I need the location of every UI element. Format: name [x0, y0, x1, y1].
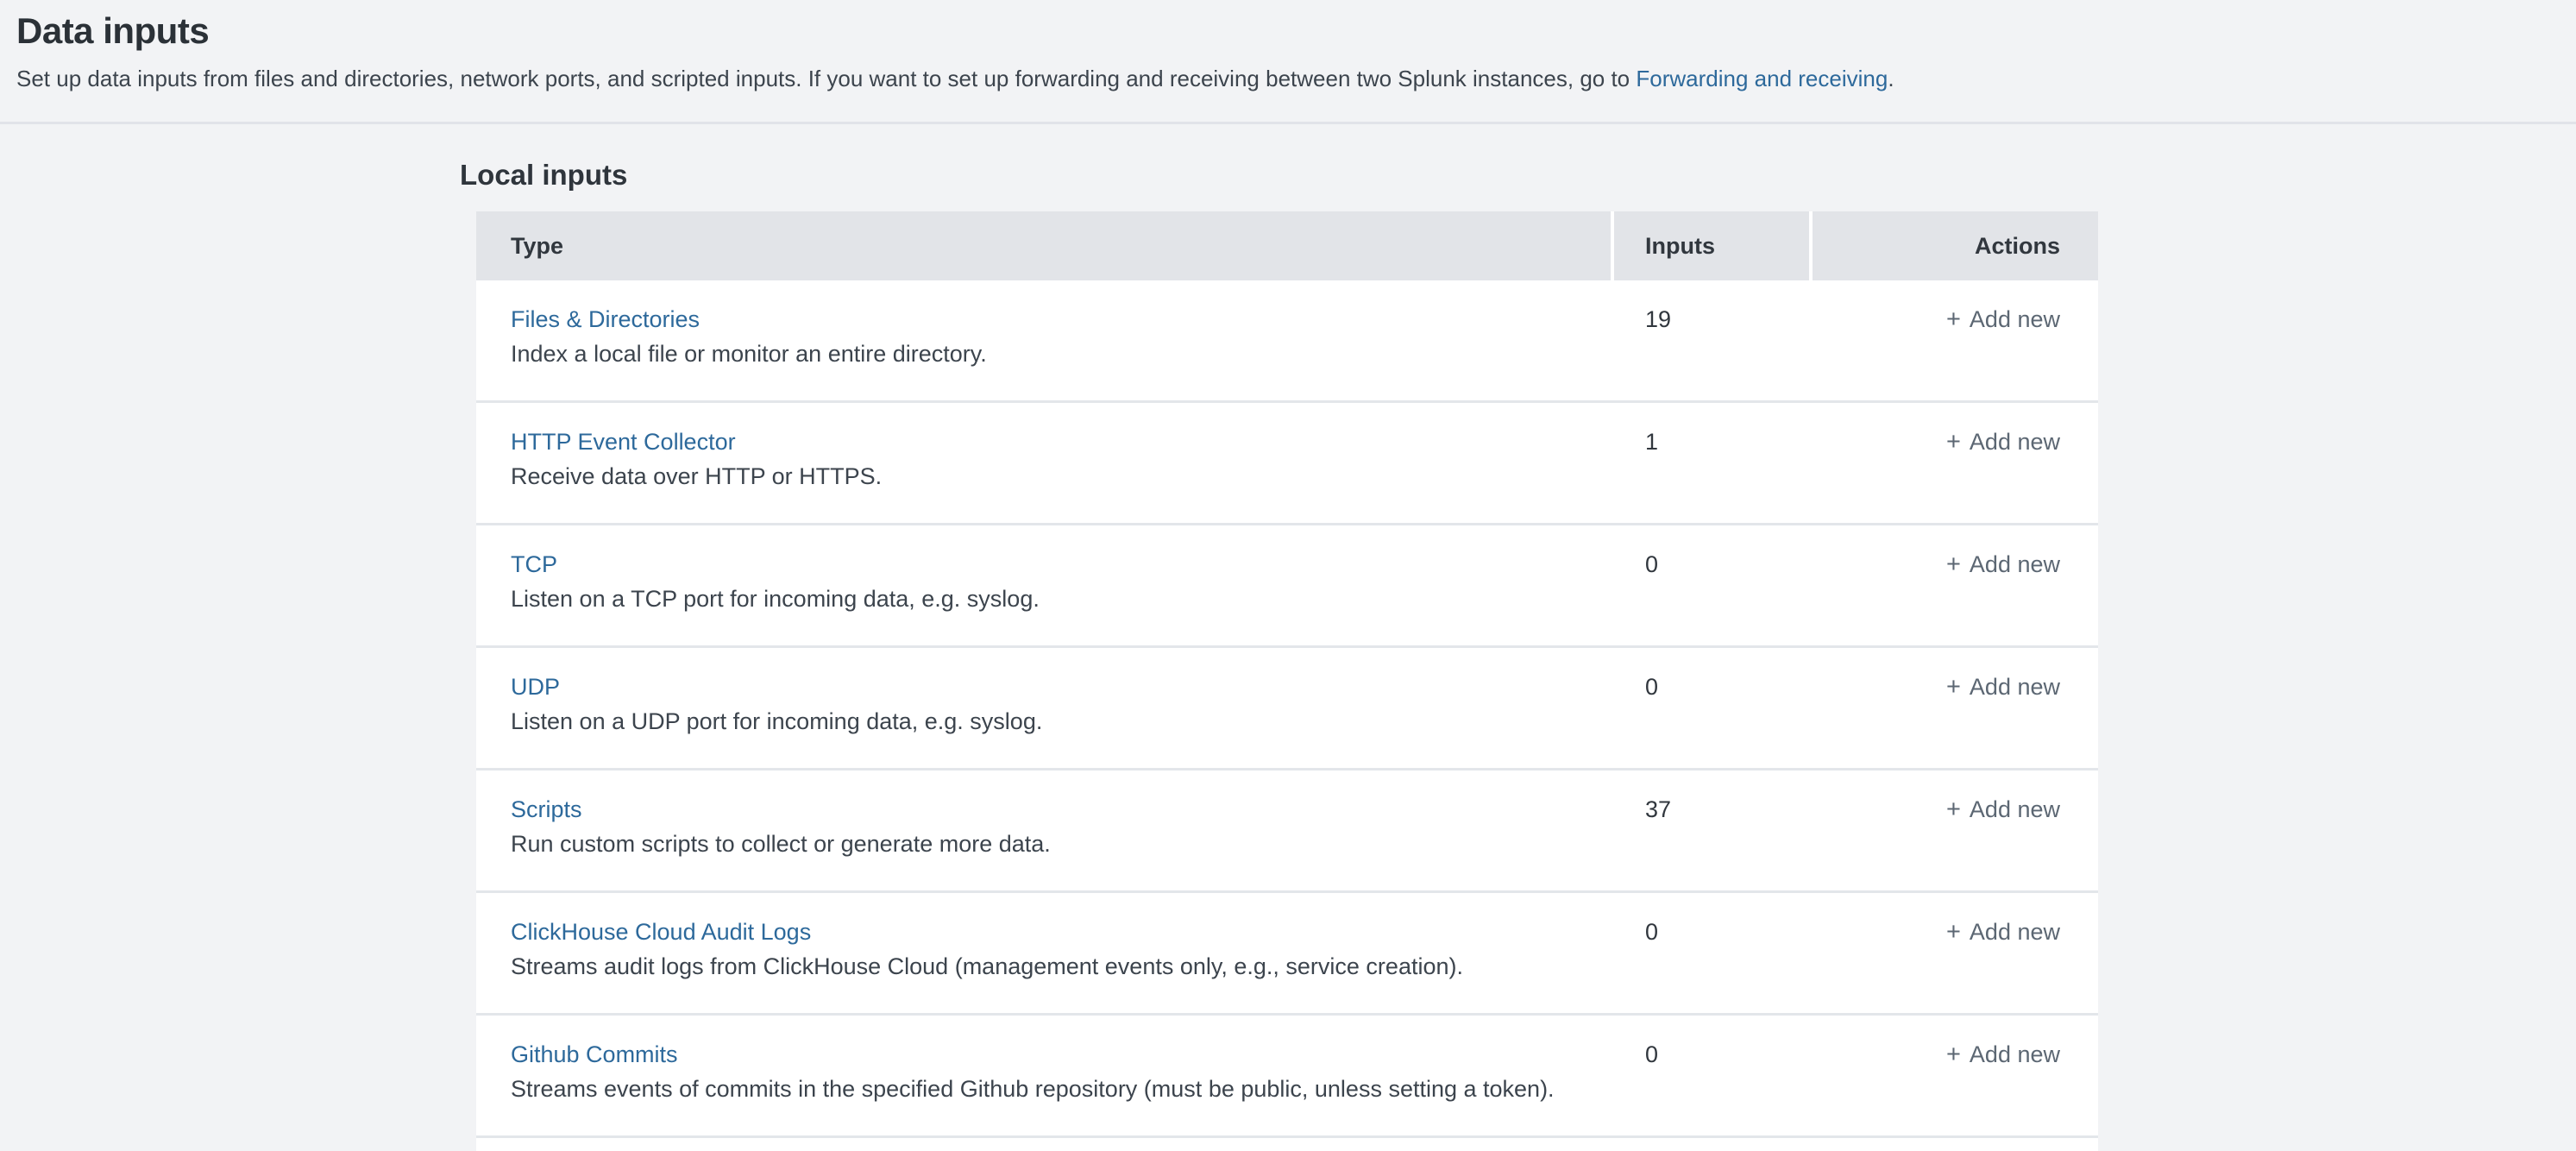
add-new-button[interactable]: +Add new	[1946, 919, 2060, 945]
section-heading-local-inputs: Local inputs	[460, 158, 2576, 192]
add-new-label: Add new	[1970, 551, 2060, 577]
subtitle-text: Set up data inputs from files and direct…	[16, 66, 1636, 91]
add-new-button[interactable]: +Add new	[1946, 674, 2060, 700]
input-type-description: Run custom scripts to collect or generat…	[511, 827, 1614, 862]
input-type-link-github-commits[interactable]: Github Commits	[511, 1037, 678, 1072]
inputs-count: 37	[1614, 792, 1813, 890]
add-new-label: Add new	[1970, 306, 2060, 332]
page-subtitle: Set up data inputs from files and direct…	[16, 64, 2555, 93]
input-type-link-clickhouse-cloud-audit-logs[interactable]: ClickHouse Cloud Audit Logs	[511, 915, 811, 949]
column-header-type: Type	[476, 211, 1614, 280]
add-new-button[interactable]: +Add new	[1946, 551, 2060, 577]
forwarding-and-receiving-link[interactable]: Forwarding and receiving	[1636, 66, 1888, 91]
add-new-button[interactable]: +Add new	[1946, 1041, 2060, 1067]
table-row: HTTP Event Collector Receive data over H…	[476, 403, 2098, 525]
add-new-button[interactable]: +Add new	[1946, 306, 2060, 332]
input-type-description: Streams events of commits in the specifi…	[511, 1072, 1614, 1107]
plus-icon: +	[1946, 792, 1961, 827]
input-type-description: Listen on a TCP port for incoming data, …	[511, 582, 1614, 617]
input-type-link-udp[interactable]: UDP	[511, 670, 560, 704]
column-header-inputs: Inputs	[1614, 211, 1813, 280]
content-area: Local inputs Type Inputs Actions Files &…	[0, 124, 2576, 1151]
input-type-description: Receive data over HTTP or HTTPS.	[511, 459, 1614, 494]
table-row: ClickHouse Cloud Audit Logs Streams audi…	[476, 893, 2098, 1016]
page-header: Data inputs Set up data inputs from file…	[0, 0, 2576, 124]
input-type-link-scripts[interactable]: Scripts	[511, 792, 582, 827]
plus-icon: +	[1946, 915, 1961, 949]
input-type-link-files-directories[interactable]: Files & Directories	[511, 302, 700, 336]
input-type-description: Listen on a UDP port for incoming data, …	[511, 704, 1614, 739]
table-row: TCP Listen on a TCP port for incoming da…	[476, 525, 2098, 648]
subtitle-period: .	[1888, 66, 1894, 91]
add-new-button[interactable]: +Add new	[1946, 429, 2060, 455]
inputs-count: 0	[1614, 670, 1813, 768]
page-title: Data inputs	[16, 9, 2555, 53]
table-row: Github Commits Streams events of commits…	[476, 1016, 2098, 1138]
input-type-description: Index a local file or monitor an entire …	[511, 336, 1614, 372]
inputs-count: 0	[1614, 547, 1813, 645]
plus-icon: +	[1946, 425, 1961, 459]
table-row: Scripts Run custom scripts to collect or…	[476, 770, 2098, 893]
add-new-label: Add new	[1970, 429, 2060, 455]
input-type-description: Streams audit logs from ClickHouse Cloud…	[511, 949, 1614, 984]
input-type-link-tcp[interactable]: TCP	[511, 547, 557, 582]
plus-icon: +	[1946, 302, 1961, 336]
table-header-row: Type Inputs Actions	[476, 211, 2098, 280]
local-inputs-table: Type Inputs Actions Files & Directories …	[476, 211, 2098, 1151]
table-row: Files & Directories Index a local file o…	[476, 280, 2098, 403]
column-header-actions: Actions	[1813, 211, 2098, 280]
inputs-count: 1	[1614, 425, 1813, 523]
inputs-count: 0	[1614, 1037, 1813, 1135]
add-new-label: Add new	[1970, 919, 2060, 945]
add-new-label: Add new	[1970, 1041, 2060, 1067]
add-new-button[interactable]: +Add new	[1946, 796, 2060, 822]
plus-icon: +	[1946, 547, 1961, 582]
add-new-label: Add new	[1970, 674, 2060, 700]
inputs-count: 0	[1614, 915, 1813, 1013]
plus-icon: +	[1946, 1037, 1961, 1072]
table-row: UDP Listen on a UDP port for incoming da…	[476, 648, 2098, 770]
plus-icon: +	[1946, 670, 1961, 704]
partial-next-row	[476, 1138, 2098, 1151]
input-type-link-http-event-collector[interactable]: HTTP Event Collector	[511, 425, 736, 459]
add-new-label: Add new	[1970, 796, 2060, 822]
inputs-count: 19	[1614, 302, 1813, 400]
